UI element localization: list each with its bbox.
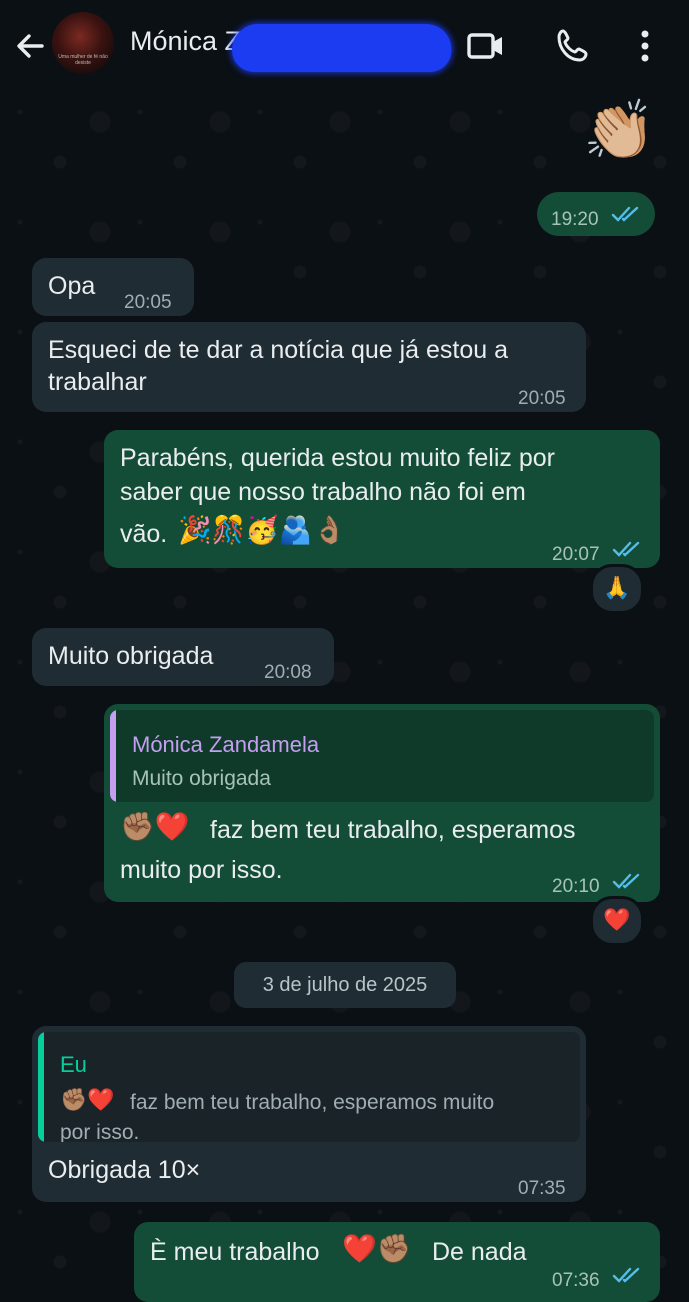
message-text: È meu trabalho	[150, 1238, 320, 1266]
message-text: Muito obrigada	[48, 642, 214, 670]
outgoing-message[interactable]: Parabéns, querida estou muito feliz por …	[104, 430, 660, 568]
read-ticks-icon	[611, 206, 639, 222]
quote-text-line: por isso.	[60, 1121, 140, 1142]
date-separator: 3 de julho de 2025	[234, 962, 456, 1008]
quote-author: Mónica Zandamela	[132, 732, 320, 757]
message-emojis: ✊🏽❤️	[120, 810, 190, 843]
message-time: 20:07	[552, 544, 600, 565]
message-time: 07:35	[518, 1178, 566, 1199]
message-text-line: faz bem teu trabalho, esperamos	[210, 816, 576, 844]
back-arrow-icon[interactable]	[12, 28, 48, 64]
message-reaction[interactable]: 🙏	[590, 564, 644, 614]
quote-accent-bar	[38, 1032, 44, 1142]
read-ticks-icon	[612, 873, 640, 889]
quote-emojis: ✊🏽❤️	[60, 1088, 115, 1113]
quote-author: Eu	[60, 1052, 87, 1077]
message-text-line: saber que nosso trabalho não foi em	[120, 478, 526, 506]
chat-header: Uma mulher de fé não desiste Mónica Z	[0, 0, 689, 92]
message-text-line: muito por isso.	[120, 856, 283, 884]
outgoing-message[interactable]: Mónica Zandamela Muito obrigada ✊🏽❤️ faz…	[104, 704, 660, 902]
quote-text: Muito obrigada	[132, 767, 271, 790]
message-reaction[interactable]: ❤️	[590, 896, 644, 946]
message-text: De nada	[432, 1238, 527, 1266]
video-call-icon[interactable]	[466, 26, 506, 66]
message-emojis: ❤️✊🏽	[342, 1232, 412, 1265]
incoming-message[interactable]: Muito obrigada 20:08	[32, 628, 334, 686]
read-ticks-icon	[612, 541, 640, 557]
message-text: Opa	[48, 272, 96, 300]
quote-accent-bar	[110, 710, 116, 802]
message-time: 19:20	[551, 209, 599, 230]
outgoing-message[interactable]: È meu trabalho ❤️✊🏽 De nada 07:36	[134, 1222, 660, 1302]
quoted-reply[interactable]: Mónica Zandamela Muito obrigada	[110, 710, 654, 802]
message-time: 20:05	[124, 292, 172, 313]
quoted-reply[interactable]: Eu ✊🏽❤️ faz bem teu trabalho, esperamos …	[38, 1032, 580, 1142]
voice-call-icon[interactable]	[554, 26, 594, 66]
message-emojis: 🎉🎊🥳🫂👌🏽	[178, 515, 347, 546]
clapping-sticker[interactable]: 👏🏼	[583, 98, 655, 162]
incoming-message[interactable]: Eu ✊🏽❤️ faz bem teu trabalho, esperamos …	[32, 1026, 586, 1202]
read-ticks-icon	[612, 1267, 640, 1283]
message-text-line: Esqueci de te dar a notícia que já estou…	[48, 336, 509, 364]
more-options-icon[interactable]	[630, 26, 660, 66]
message-text: Obrigada 10×	[48, 1156, 201, 1184]
contact-avatar[interactable]: Uma mulher de fé não desiste	[52, 12, 114, 74]
incoming-message[interactable]: Esqueci de te dar a notícia que já estou…	[32, 322, 586, 412]
message-time: 20:08	[264, 662, 312, 683]
redaction-scribble	[228, 24, 456, 72]
contact-name[interactable]: Mónica Z	[130, 26, 241, 57]
incoming-message[interactable]: Opa 20:05	[32, 258, 194, 316]
message-text-line: vão.	[120, 520, 168, 548]
sticker-time-chip: 19:20	[537, 192, 655, 236]
quote-text-line: faz bem teu trabalho, esperamos muito	[130, 1091, 495, 1114]
message-text-line: trabalhar	[48, 368, 147, 396]
message-text-line: Parabéns, querida estou muito feliz por	[120, 444, 555, 472]
message-time: 20:05	[518, 388, 566, 409]
message-time: 07:36	[552, 1270, 600, 1291]
message-time: 20:10	[552, 876, 600, 897]
avatar-caption: Uma mulher de fé não desiste	[58, 54, 108, 66]
